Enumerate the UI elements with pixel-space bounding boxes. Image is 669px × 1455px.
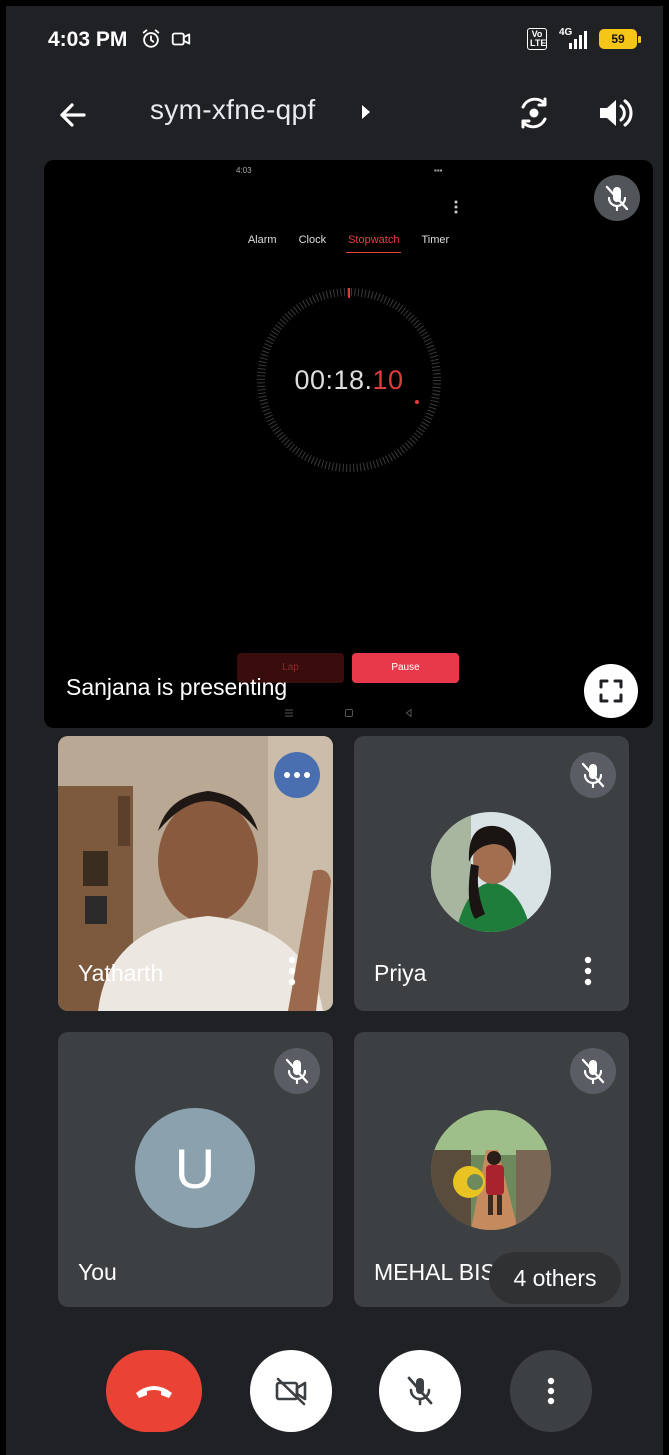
shared-pause-button: Pause	[352, 653, 459, 683]
tab-stopwatch: Stopwatch	[346, 234, 402, 253]
participant-name: You	[78, 1259, 117, 1285]
back-arrow-icon[interactable]	[50, 92, 96, 138]
flip-camera-icon[interactable]	[511, 90, 557, 136]
more-horizontal-icon	[284, 772, 310, 778]
participant-name: Priya	[374, 960, 427, 986]
volte-icon: Vo LTE	[527, 28, 547, 50]
presentation-tile[interactable]: 4:03 ▪▪▪ Alarm Clock Stopwatch Timer 00:…	[44, 160, 653, 728]
participant-tile-priya[interactable]: Priya	[354, 736, 629, 1011]
muted-icon	[274, 1048, 320, 1094]
stopwatch-ms: 10	[372, 364, 404, 395]
shared-status-icons: ▪▪▪	[434, 166, 443, 175]
muted-icon	[570, 752, 616, 798]
meet-screen: 4:03 PM Vo LTE 4G 59 sym-xfne-qpf 4:03 ▪…	[0, 0, 669, 1455]
clock-tabs: Alarm Clock Stopwatch Timer	[44, 234, 653, 253]
status-bar: 4:03 PM Vo LTE 4G 59	[6, 6, 663, 80]
participant-menu-icon[interactable]	[288, 956, 296, 986]
fullscreen-icon	[599, 679, 623, 703]
participant-tile-you[interactable]: U You	[58, 1032, 333, 1307]
camera-toggle-button[interactable]	[250, 1350, 332, 1432]
end-call-button[interactable]	[106, 1350, 202, 1432]
more-options-button[interactable]	[510, 1350, 592, 1432]
avatar	[431, 1110, 551, 1230]
tab-alarm: Alarm	[247, 234, 277, 246]
others-count-chip[interactable]: 4 others	[489, 1252, 621, 1304]
participant-menu-icon[interactable]	[584, 956, 592, 986]
mic-off-icon	[407, 1376, 433, 1406]
avatar: U	[135, 1108, 255, 1228]
shared-more-icon	[454, 200, 458, 214]
participant-activity-button[interactable]	[274, 752, 320, 798]
alarm-icon	[142, 29, 160, 48]
video-record-icon	[171, 32, 191, 46]
camera-off-icon	[275, 1377, 307, 1406]
avatar	[431, 812, 551, 932]
battery-icon: 59	[599, 29, 641, 49]
more-vertical-icon	[547, 1377, 555, 1405]
status-indicators: Vo LTE 4G 59	[527, 28, 641, 50]
presentation-muted-icon	[594, 175, 640, 221]
hang-up-icon	[136, 1386, 172, 1398]
shared-status-time: 4:03	[236, 166, 252, 175]
muted-icon	[570, 1048, 616, 1094]
participant-name: Yatharth	[78, 960, 164, 986]
status-time: 4:03 PM	[48, 28, 128, 51]
shared-nav-back-icon	[405, 708, 412, 718]
shared-nav-home-icon	[345, 709, 353, 717]
caret-right-icon[interactable]	[358, 101, 374, 123]
stopwatch-main: 00:18.	[294, 364, 373, 395]
tab-clock: Clock	[298, 234, 327, 246]
meeting-code[interactable]: sym-xfne-qpf	[150, 94, 315, 126]
fullscreen-button[interactable]	[584, 664, 638, 718]
mic-toggle-button[interactable]	[379, 1350, 461, 1432]
stopwatch-dial: 00:18. 10	[254, 285, 444, 475]
stopwatch-time: 00:18. 10	[254, 285, 444, 475]
presenter-label: Sanjana is presenting	[66, 674, 288, 700]
meeting-header: sym-xfne-qpf	[6, 80, 663, 150]
speaker-icon[interactable]	[592, 90, 638, 136]
tab-timer: Timer	[421, 234, 450, 246]
shared-nav-menu-icon	[285, 709, 293, 717]
signal-icon: 4G	[557, 28, 589, 50]
participant-tile-yatharth[interactable]: Yatharth	[58, 736, 333, 1011]
